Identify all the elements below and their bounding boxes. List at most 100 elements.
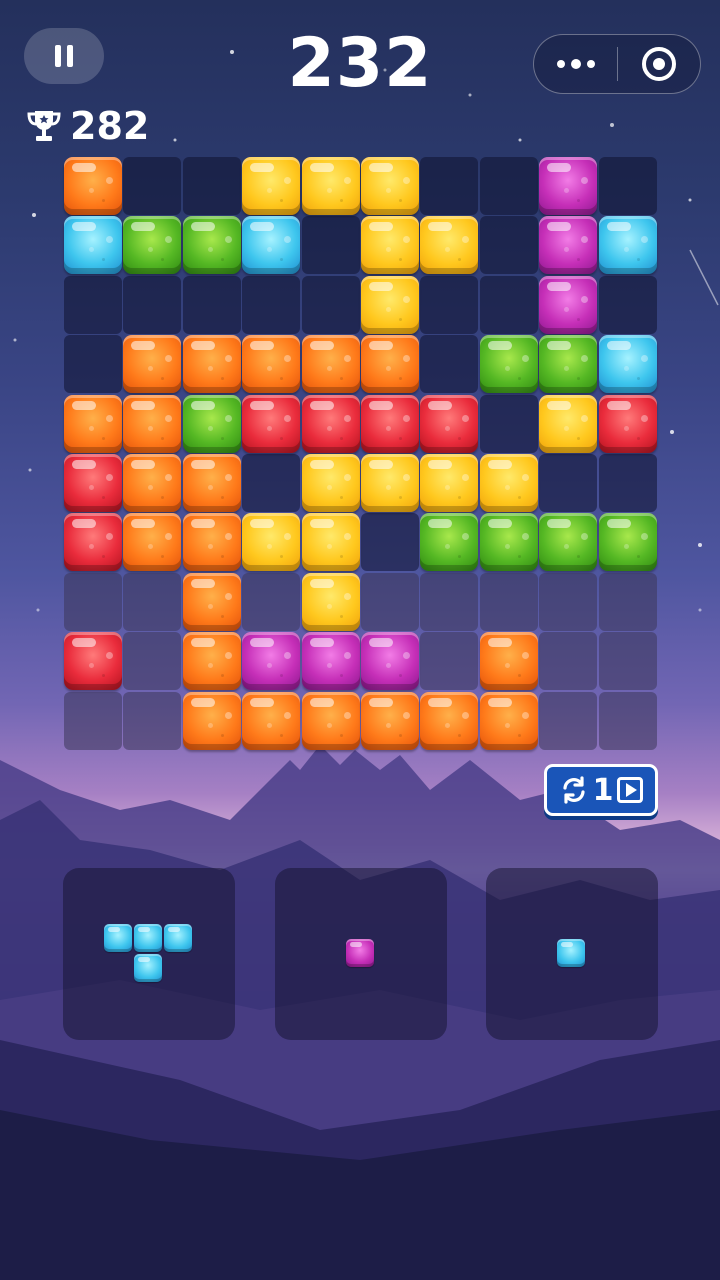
close-miniprogram-button[interactable] [618,35,700,93]
empty-cell[interactable] [242,275,301,334]
empty-cell[interactable] [598,157,657,215]
block-cell[interactable] [182,691,241,750]
piece-slot-1[interactable] [63,868,235,1040]
empty-cell[interactable] [598,572,657,631]
block-cell[interactable] [420,513,479,572]
block-cell[interactable] [420,394,479,453]
block-cell[interactable] [123,216,182,275]
block-cell[interactable] [479,454,538,512]
block-cell[interactable] [361,216,419,275]
block-cell[interactable] [361,691,419,750]
empty-cell[interactable] [598,454,657,512]
block-cell[interactable] [539,513,598,572]
block-cell[interactable] [479,335,538,394]
block-cell[interactable] [64,157,122,215]
empty-cell[interactable] [64,335,122,394]
empty-cell[interactable] [479,572,538,631]
block-cell[interactable] [539,275,598,334]
block-cell[interactable] [539,394,598,453]
empty-cell[interactable] [598,275,657,334]
block-cell[interactable] [242,335,301,394]
block-cell[interactable] [539,335,598,394]
empty-cell[interactable] [361,572,419,631]
block-cell[interactable] [420,216,479,275]
empty-cell[interactable] [598,691,657,750]
block-cell[interactable] [242,157,301,215]
block-cell[interactable] [123,335,182,394]
empty-cell[interactable] [420,157,479,215]
empty-cell[interactable] [64,275,122,334]
block-cell[interactable] [479,513,538,572]
block-cell[interactable] [361,157,419,215]
block-cell[interactable] [361,335,419,394]
block-cell[interactable] [182,394,241,453]
block-cell[interactable] [182,572,241,631]
empty-cell[interactable] [479,394,538,453]
refresh-pieces-button[interactable]: 1 [544,764,658,816]
block-cell[interactable] [64,632,122,691]
block-cell[interactable] [123,394,182,453]
empty-cell[interactable] [64,691,122,750]
block-cell[interactable] [242,691,301,750]
block-cell[interactable] [242,513,301,572]
empty-cell[interactable] [301,275,360,334]
block-cell[interactable] [361,632,419,691]
block-cell[interactable] [64,513,122,572]
piece-block[interactable] [164,924,192,952]
empty-cell[interactable] [301,216,360,275]
empty-cell[interactable] [123,632,182,691]
empty-cell[interactable] [420,572,479,631]
block-cell[interactable] [361,275,419,334]
empty-cell[interactable] [539,454,598,512]
block-cell[interactable] [361,394,419,453]
empty-cell[interactable] [182,157,241,215]
block-cell[interactable] [301,157,360,215]
block-cell[interactable] [301,513,360,572]
empty-cell[interactable] [479,275,538,334]
block-cell[interactable] [420,454,479,512]
block-cell[interactable] [64,394,122,453]
empty-cell[interactable] [539,572,598,631]
block-cell[interactable] [598,335,657,394]
empty-cell[interactable] [242,572,301,631]
piece-block[interactable] [104,924,132,952]
empty-cell[interactable] [361,513,419,572]
game-board[interactable] [64,157,658,751]
empty-cell[interactable] [420,275,479,334]
empty-cell[interactable] [420,335,479,394]
block-cell[interactable] [301,632,360,691]
empty-cell[interactable] [539,632,598,691]
block-cell[interactable] [182,454,241,512]
block-cell[interactable] [539,157,598,215]
block-cell[interactable] [301,335,360,394]
block-cell[interactable] [361,454,419,512]
empty-cell[interactable] [123,572,182,631]
block-cell[interactable] [539,216,598,275]
block-cell[interactable] [301,454,360,512]
block-cell[interactable] [123,454,182,512]
empty-cell[interactable] [64,572,122,631]
piece-slot-2[interactable] [275,868,447,1040]
block-cell[interactable] [301,691,360,750]
block-cell[interactable] [182,216,241,275]
empty-cell[interactable] [242,454,301,512]
block-cell[interactable] [598,394,657,453]
empty-cell[interactable] [123,275,182,334]
piece-block[interactable] [134,924,162,952]
piece-block[interactable] [346,939,374,967]
empty-cell[interactable] [598,632,657,691]
block-cell[interactable] [479,632,538,691]
piece-block[interactable] [134,954,162,982]
empty-cell[interactable] [182,275,241,334]
block-cell[interactable] [182,335,241,394]
block-cell[interactable] [301,394,360,453]
empty-cell[interactable] [123,691,182,750]
more-dots-icon[interactable] [534,35,617,93]
block-cell[interactable] [420,691,479,750]
block-cell[interactable] [598,513,657,572]
empty-cell[interactable] [539,691,598,750]
empty-cell[interactable] [123,157,182,215]
empty-cell[interactable] [479,216,538,275]
block-cell[interactable] [123,513,182,572]
block-cell[interactable] [242,394,301,453]
